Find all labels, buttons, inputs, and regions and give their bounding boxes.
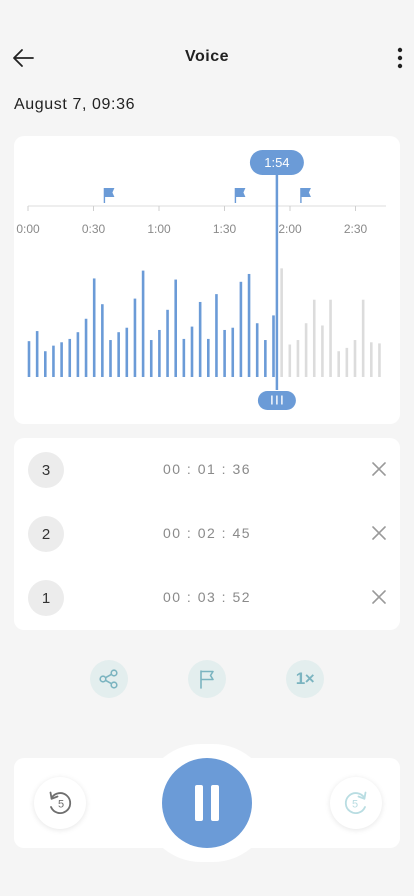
waveform-card[interactable]: 0:00 0:30 1:00 1:30 2:00 2:30 1:54 <box>14 136 400 424</box>
pause-icon <box>195 785 219 821</box>
waveform-bar <box>166 309 169 377</box>
waveform-bar <box>27 341 31 377</box>
waveform-bar <box>304 323 308 377</box>
close-icon <box>372 590 386 604</box>
waveform-bar <box>345 347 349 377</box>
waveform-bar <box>174 279 177 377</box>
timeline-tick-label: 0:30 <box>82 222 106 236</box>
waveform-bar <box>109 340 112 377</box>
waveform-bar <box>255 323 259 377</box>
waveform-bar <box>272 315 275 377</box>
delete-mark-button[interactable] <box>370 524 388 542</box>
recording-date: August 7, 09:36 <box>14 96 136 113</box>
waveform-bar <box>44 351 47 377</box>
waveform-bar <box>60 342 63 377</box>
waveform-bar <box>125 327 129 377</box>
timeline-tick-label: 2:30 <box>344 222 368 236</box>
more-vertical-icon <box>397 47 403 69</box>
waveform-bar <box>239 281 243 377</box>
waveform-bar <box>370 342 373 377</box>
waveform-bar <box>101 304 104 377</box>
delete-mark-button[interactable] <box>370 588 388 606</box>
add-flag-button[interactable] <box>188 660 226 698</box>
timeline-tick-label: 2:00 <box>278 222 302 236</box>
timeline-tick-label: 1:30 <box>213 222 237 236</box>
header: Voice <box>0 36 414 80</box>
waveform-bar <box>337 351 340 377</box>
skip-back-seconds: 5 <box>58 799 64 811</box>
waveform-bar <box>329 299 332 377</box>
waveform-bar <box>190 326 194 377</box>
close-icon <box>372 462 386 476</box>
flag-marker-icon[interactable] <box>234 188 246 203</box>
waveform-bar <box>207 338 210 377</box>
waveform-bar <box>215 294 218 377</box>
waveform-bar <box>182 338 186 377</box>
playback-speed-button[interactable]: 1× <box>286 660 324 698</box>
waveform-bar <box>198 301 202 377</box>
share-icon <box>99 669 118 689</box>
waveform-bar <box>158 329 161 377</box>
waveform-bar <box>76 332 80 377</box>
waveform-bar <box>361 299 365 377</box>
list-item[interactable]: 1 00 : 03 : 52 <box>14 566 400 630</box>
speed-label: 1× <box>295 669 315 688</box>
waveform-bar <box>231 327 235 377</box>
waveform-bar <box>35 331 39 377</box>
flag-marker-icon[interactable] <box>103 188 115 203</box>
waveform-bar <box>52 345 55 377</box>
timeline-tick-label: 1:00 <box>147 222 171 236</box>
waveform-bar <box>288 344 292 377</box>
rewind-5-icon: 5 <box>49 791 72 814</box>
list-item[interactable]: 2 00 : 02 : 45 <box>14 502 400 566</box>
waveform[interactable]: 0:00 0:30 1:00 1:30 2:00 2:30 1:54 <box>14 136 400 424</box>
waveform-bar <box>68 338 72 377</box>
close-icon <box>372 526 386 540</box>
waveform-bar <box>117 332 120 377</box>
skip-forward-seconds: 5 <box>352 799 358 811</box>
list-item[interactable]: 3 00 : 01 : 36 <box>14 438 400 502</box>
waveform-bar <box>321 325 324 377</box>
waveform-bar <box>84 318 88 377</box>
waveform-bar <box>141 270 145 377</box>
mark-time: 00 : 03 : 52 <box>162 589 252 605</box>
waveform-bar <box>378 343 381 377</box>
waveform-bar <box>312 299 316 377</box>
forward-5-icon: 5 <box>344 791 367 814</box>
waveform-bar <box>133 298 137 377</box>
share-button[interactable] <box>90 660 128 698</box>
playhead-time-label: 1:54 <box>264 155 289 170</box>
waveform-bar <box>149 340 153 377</box>
waveform-bar <box>247 273 251 377</box>
flag-icon <box>200 670 214 689</box>
waveform-bar <box>223 329 226 377</box>
timeline-tick-label: 0:00 <box>16 222 40 236</box>
waveform-bar <box>92 278 96 377</box>
skip-forward-button[interactable]: 5 <box>330 777 382 829</box>
waveform-bar <box>264 340 267 377</box>
delete-mark-button[interactable] <box>370 460 388 478</box>
waveform-bar <box>353 340 357 377</box>
waveform-bar <box>296 340 300 377</box>
skip-back-button[interactable]: 5 <box>34 777 86 829</box>
page-title: Voice <box>185 48 229 65</box>
marks-list: 3 00 : 01 : 36 2 00 : 02 : 45 1 00 : 03 … <box>14 438 400 630</box>
flag-marker-icon[interactable] <box>300 188 311 203</box>
mark-time: 00 : 01 : 36 <box>162 461 252 477</box>
more-options-button[interactable] <box>392 44 408 72</box>
mark-time: 00 : 02 : 45 <box>162 525 252 541</box>
pause-button[interactable] <box>162 758 252 848</box>
waveform-bar <box>280 268 283 377</box>
